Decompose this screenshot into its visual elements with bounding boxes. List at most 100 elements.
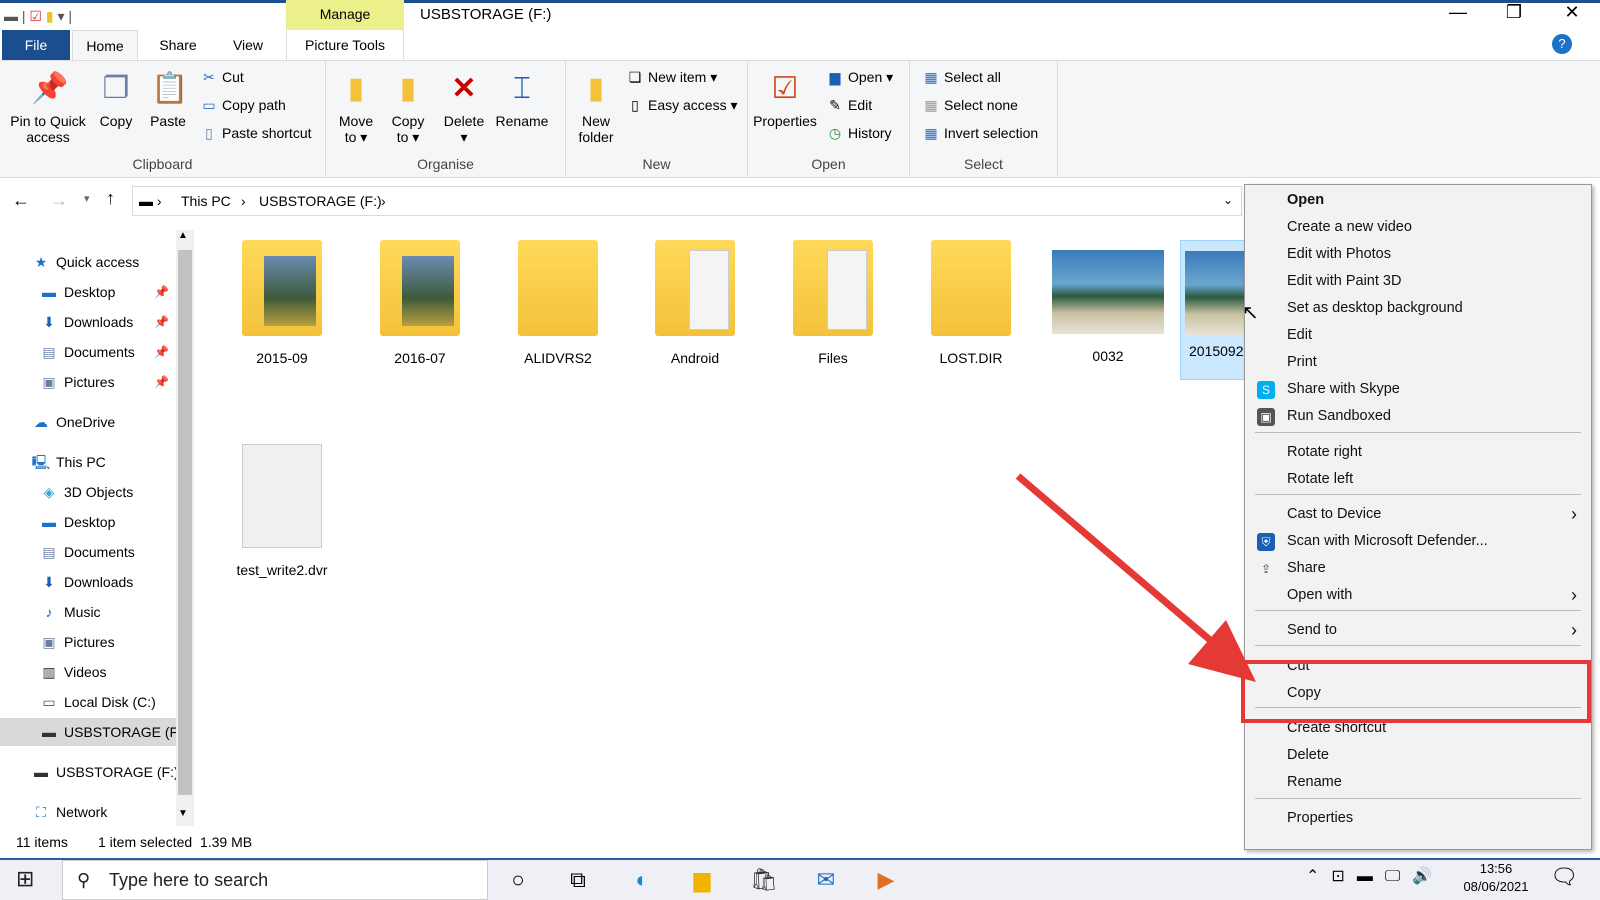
delete-button[interactable]: ✕ Delete ▾ (440, 69, 488, 145)
file-item[interactable]: LOST.DIR (909, 240, 1033, 366)
restore-button[interactable]: ❐ (1494, 2, 1534, 23)
nav-item[interactable]: ▣ Pictures (0, 628, 180, 656)
menu-item[interactable]: Properties (1245, 805, 1591, 832)
open-button[interactable]: ▆ Open ▾ (826, 69, 894, 86)
easy-access-button[interactable]: ▯ Easy access ▾ (626, 97, 737, 114)
nav-item[interactable]: ▬ USBSTORAGE (F:) (0, 758, 180, 786)
move-to-button[interactable]: ▮ Move to ▾ (334, 69, 378, 145)
menu-item[interactable]: ▣ Run Sandboxed (1245, 403, 1591, 430)
invert-selection-button[interactable]: ▦ Invert selection (922, 125, 1038, 142)
file-item[interactable]: 0032 (1046, 240, 1170, 364)
copy-button[interactable]: ❐ Copy (94, 69, 138, 129)
menu-item[interactable]: Delete (1245, 742, 1591, 769)
file-explorer-icon[interactable]: ▆ (682, 864, 722, 896)
file-item[interactable]: 2016-07 (358, 240, 482, 366)
nav-item[interactable]: ⛶ Network (0, 798, 180, 826)
menu-item[interactable]: Rotate left (1245, 466, 1591, 493)
pin-icon[interactable]: 📌 (154, 278, 169, 306)
menu-item[interactable]: Open with › (1245, 582, 1591, 609)
start-button[interactable]: ⊞ (16, 866, 34, 892)
tab-view[interactable]: View (216, 30, 280, 60)
menu-item[interactable]: Create a new video (1245, 214, 1591, 241)
media-player-icon[interactable]: ▶ (866, 864, 906, 896)
nav-item[interactable]: ▭ Local Disk (C:) (0, 688, 180, 716)
nav-item[interactable]: ▤ Documents 📌 (0, 338, 180, 366)
menu-item[interactable]: Rename (1245, 769, 1591, 796)
edit-button[interactable]: ✎ Edit (826, 97, 872, 114)
file-item[interactable]: Files (771, 240, 895, 366)
copy-to-button[interactable]: ▮ Copy to ▾ (386, 69, 430, 145)
file-item[interactable]: ALIDVRS2 (496, 240, 620, 366)
menu-item[interactable]: Rotate right (1245, 439, 1591, 466)
nav-item[interactable]: ▥ Videos (0, 658, 180, 686)
address-dropdown-icon[interactable]: ⌄ (1223, 193, 1233, 207)
pin-icon[interactable]: 📌 (154, 308, 169, 336)
clock[interactable]: 13:56 08/06/2021 (1456, 860, 1536, 896)
nav-item[interactable]: ★ Quick access (0, 248, 180, 276)
minimize-button[interactable]: — (1438, 2, 1478, 23)
nav-item[interactable]: ⬇ Downloads 📌 (0, 308, 180, 336)
menu-item[interactable]: Print (1245, 349, 1591, 376)
quick-access-toolbar[interactable]: ▬ | ☑ ▮ ▾ | (4, 8, 72, 25)
breadcrumb-this-pc[interactable]: This PC (181, 193, 231, 209)
copy-path-button[interactable]: ▭ Copy path (200, 97, 285, 114)
menu-item[interactable]: Edit with Photos (1245, 241, 1591, 268)
menu-item[interactable]: Edit (1245, 322, 1591, 349)
paste-button[interactable]: 📋 Paste (146, 69, 190, 129)
menu-item[interactable]: S Share with Skype (1245, 376, 1591, 403)
breadcrumb-usbstorage[interactable]: USBSTORAGE (F:) (259, 193, 382, 209)
back-button[interactable]: ← (12, 190, 30, 211)
edge-icon[interactable]: ◐ (622, 864, 662, 896)
nav-item[interactable]: ⬇ Downloads (0, 568, 180, 596)
menu-item[interactable]: Edit with Paint 3D (1245, 268, 1591, 295)
recent-locations-button[interactable]: ▾ (84, 192, 90, 205)
nav-item[interactable]: ◈ 3D Objects (0, 478, 180, 506)
manage-context-tab[interactable]: Manage (286, 0, 404, 30)
cortana-icon[interactable]: ○ (498, 864, 538, 896)
mail-icon[interactable]: ✉ (806, 864, 846, 896)
rename-button[interactable]: ⌶ Rename (492, 69, 552, 129)
menu-item[interactable]: Set as desktop background (1245, 295, 1591, 322)
history-button[interactable]: ◷ History (826, 125, 892, 142)
nav-item[interactable]: 🖳 This PC (0, 448, 180, 476)
file-item[interactable]: 2015092 (1180, 240, 1250, 380)
task-view-icon[interactable]: ⧉ (558, 864, 598, 896)
forward-button[interactable]: → (50, 190, 68, 211)
scroll-up-icon[interactable]: ▲ (178, 230, 188, 241)
nav-item[interactable]: ▣ Pictures 📌 (0, 368, 180, 396)
nav-item[interactable]: ▤ Documents (0, 538, 180, 566)
notifications-icon[interactable]: 🗨 (1550, 864, 1578, 890)
tab-picture-tools[interactable]: Picture Tools (286, 30, 404, 60)
scroll-down-icon[interactable]: ▼ (178, 808, 188, 819)
file-item[interactable]: Android (633, 240, 757, 366)
pin-to-quick-access-button[interactable]: 📌 Pin to Quick access (6, 69, 90, 145)
help-icon[interactable]: ? (1552, 34, 1572, 54)
tab-share[interactable]: Share (146, 30, 210, 60)
nav-item[interactable]: ♪ Music (0, 598, 180, 626)
pin-icon[interactable]: 📌 (154, 338, 169, 366)
file-item[interactable]: 2015-09 (220, 240, 344, 366)
system-tray-icons[interactable]: ⌃⊡▬🖵🔊 (1306, 866, 1444, 886)
menu-item[interactable]: Send to › (1245, 617, 1591, 644)
nav-scrollbar-thumb[interactable] (178, 250, 192, 795)
address-bar[interactable]: ▬ › This PC › USBSTORAGE (F:) › ⌄ (132, 186, 1242, 216)
new-item-button[interactable]: ❏ New item ▾ (626, 69, 718, 86)
menu-item[interactable]: Open (1245, 187, 1591, 214)
nav-item[interactable]: ▬ USBSTORAGE (F: (0, 718, 182, 746)
store-icon[interactable]: 🛍 (744, 864, 784, 896)
menu-item[interactable]: ⇪ Share (1245, 555, 1591, 582)
menu-item[interactable]: Cast to Device › (1245, 501, 1591, 528)
menu-item[interactable]: ⛨ Scan with Microsoft Defender... (1245, 528, 1591, 555)
nav-item[interactable]: ▬ Desktop (0, 508, 180, 536)
up-button[interactable]: ↑ (106, 188, 115, 209)
select-none-button[interactable]: ▦ Select none (922, 97, 1018, 114)
tab-home[interactable]: Home (72, 30, 138, 60)
nav-item[interactable]: ☁ OneDrive (0, 408, 180, 436)
cut-button[interactable]: ✂ Cut (200, 69, 244, 86)
properties-button[interactable]: ☑ Properties (752, 69, 818, 129)
pin-icon[interactable]: 📌 (154, 368, 169, 396)
tab-file[interactable]: File (2, 30, 70, 60)
taskbar-search[interactable]: ⚲ Type here to search (62, 860, 488, 900)
paste-shortcut-button[interactable]: ▯ Paste shortcut (200, 125, 311, 142)
select-all-button[interactable]: ▦ Select all (922, 69, 1000, 86)
